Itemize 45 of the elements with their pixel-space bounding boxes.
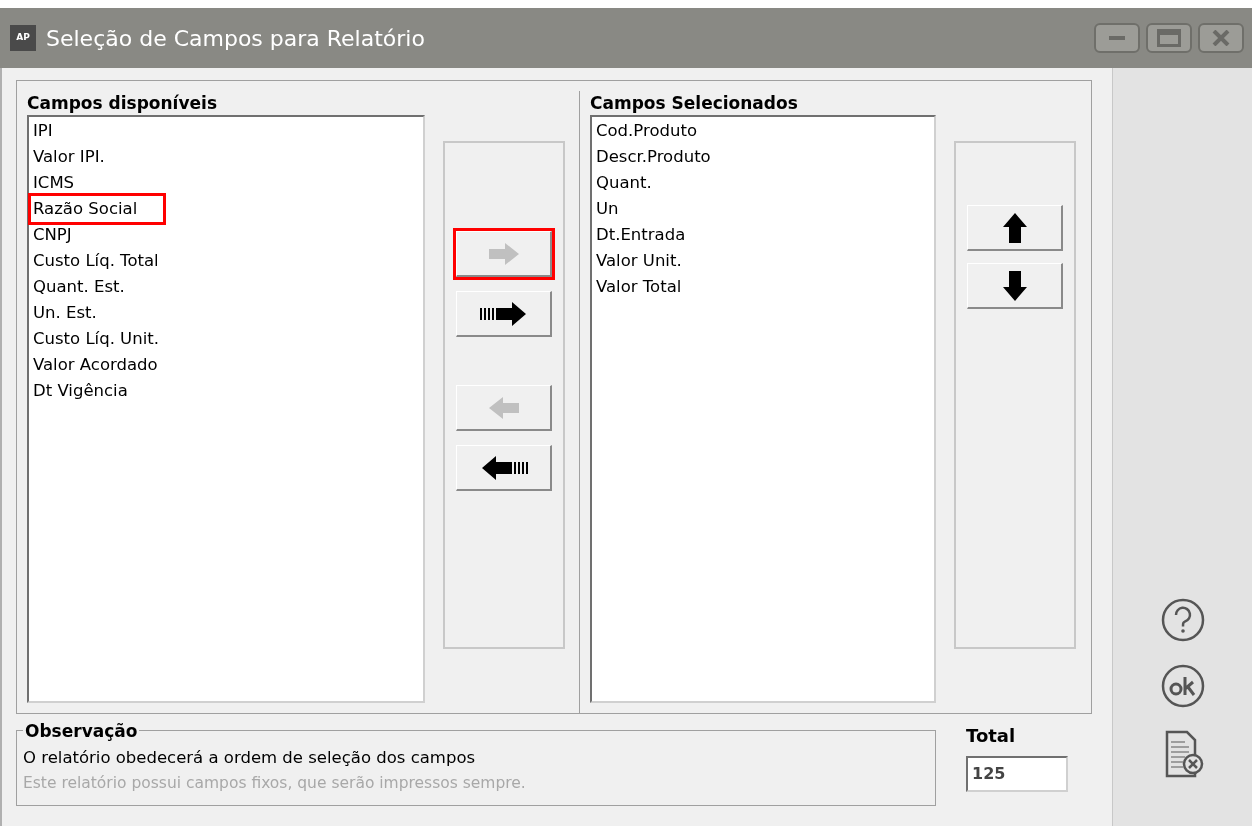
field-item[interactable]: Quant. [596, 170, 652, 196]
up-arrow-icon [1002, 212, 1027, 243]
total-label: Total [966, 724, 1017, 748]
observation-title: Observação [23, 721, 140, 741]
observation-note: Este relatório possui campos fixos, que serão impressos sempre. [23, 773, 527, 794]
observation-text: O relatório obedecerá a ordem de seleção dos campos [23, 747, 477, 769]
left-arrow-icon [488, 396, 519, 419]
field-item[interactable]: Dt Vigência [31, 378, 130, 404]
move-all-left-button[interactable] [456, 445, 552, 491]
field-item[interactable]: Valor Unit. [596, 248, 682, 274]
field-item[interactable]: Custo Líq. Total [31, 248, 161, 274]
selected-fields-heading: Campos Selecionados [590, 92, 799, 115]
maximize-icon [1157, 29, 1181, 47]
field-item[interactable]: Valor Acordado [31, 352, 160, 378]
window-title: Seleção de Campos para Relatório [46, 24, 425, 53]
field-item[interactable]: IPI [31, 118, 55, 144]
move-all-right-button[interactable] [456, 291, 552, 337]
help-icon [1160, 598, 1205, 642]
down-arrow-icon [1002, 270, 1027, 301]
field-item[interactable]: Valor IPI. [31, 144, 107, 170]
move-up-button[interactable] [967, 205, 1063, 251]
field-item[interactable]: Un [596, 196, 619, 222]
double-right-arrow-icon [479, 301, 528, 326]
field-item[interactable]: Valor Total [596, 274, 682, 300]
right-arrow-icon [488, 242, 519, 265]
field-item[interactable]: Custo Líq. Unit. [31, 326, 161, 352]
field-item[interactable]: Quant. Est. [31, 274, 127, 300]
ok-circle-icon [1160, 664, 1205, 708]
total-field[interactable]: 125 [966, 756, 1068, 792]
field-item[interactable]: CNPJ [31, 222, 74, 248]
selected-fields-list[interactable]: Cod.Produto Descr.Produto Quant. Un Dt.Entrada Valor Unit. Valor Total [590, 115, 936, 703]
field-item[interactable]: Descr.Produto [596, 144, 711, 170]
available-fields-heading: Campos disponíveis [27, 92, 218, 115]
field-item[interactable]: Dt.Entrada [596, 222, 686, 248]
close-icon [1212, 30, 1230, 46]
field-item[interactable]: ICMS [31, 170, 77, 196]
app-badge: AP [10, 25, 36, 51]
available-fields-list[interactable]: IPI Valor IPI. ICMS Razão Social CNPJ Custo Líq. Total Quant. Est. Un. Est. Custo Líq. Unit. Valor Acordado Dt Vigência [27, 115, 425, 703]
ok-button[interactable] [1160, 664, 1205, 708]
field-item[interactable]: Cod.Produto [596, 118, 697, 144]
move-down-button[interactable] [967, 263, 1063, 309]
field-item[interactable]: Un. Est. [31, 300, 99, 326]
help-button[interactable] [1160, 598, 1205, 642]
minimize-icon [1109, 36, 1125, 40]
field-item[interactable]: Razão Social [31, 196, 164, 222]
